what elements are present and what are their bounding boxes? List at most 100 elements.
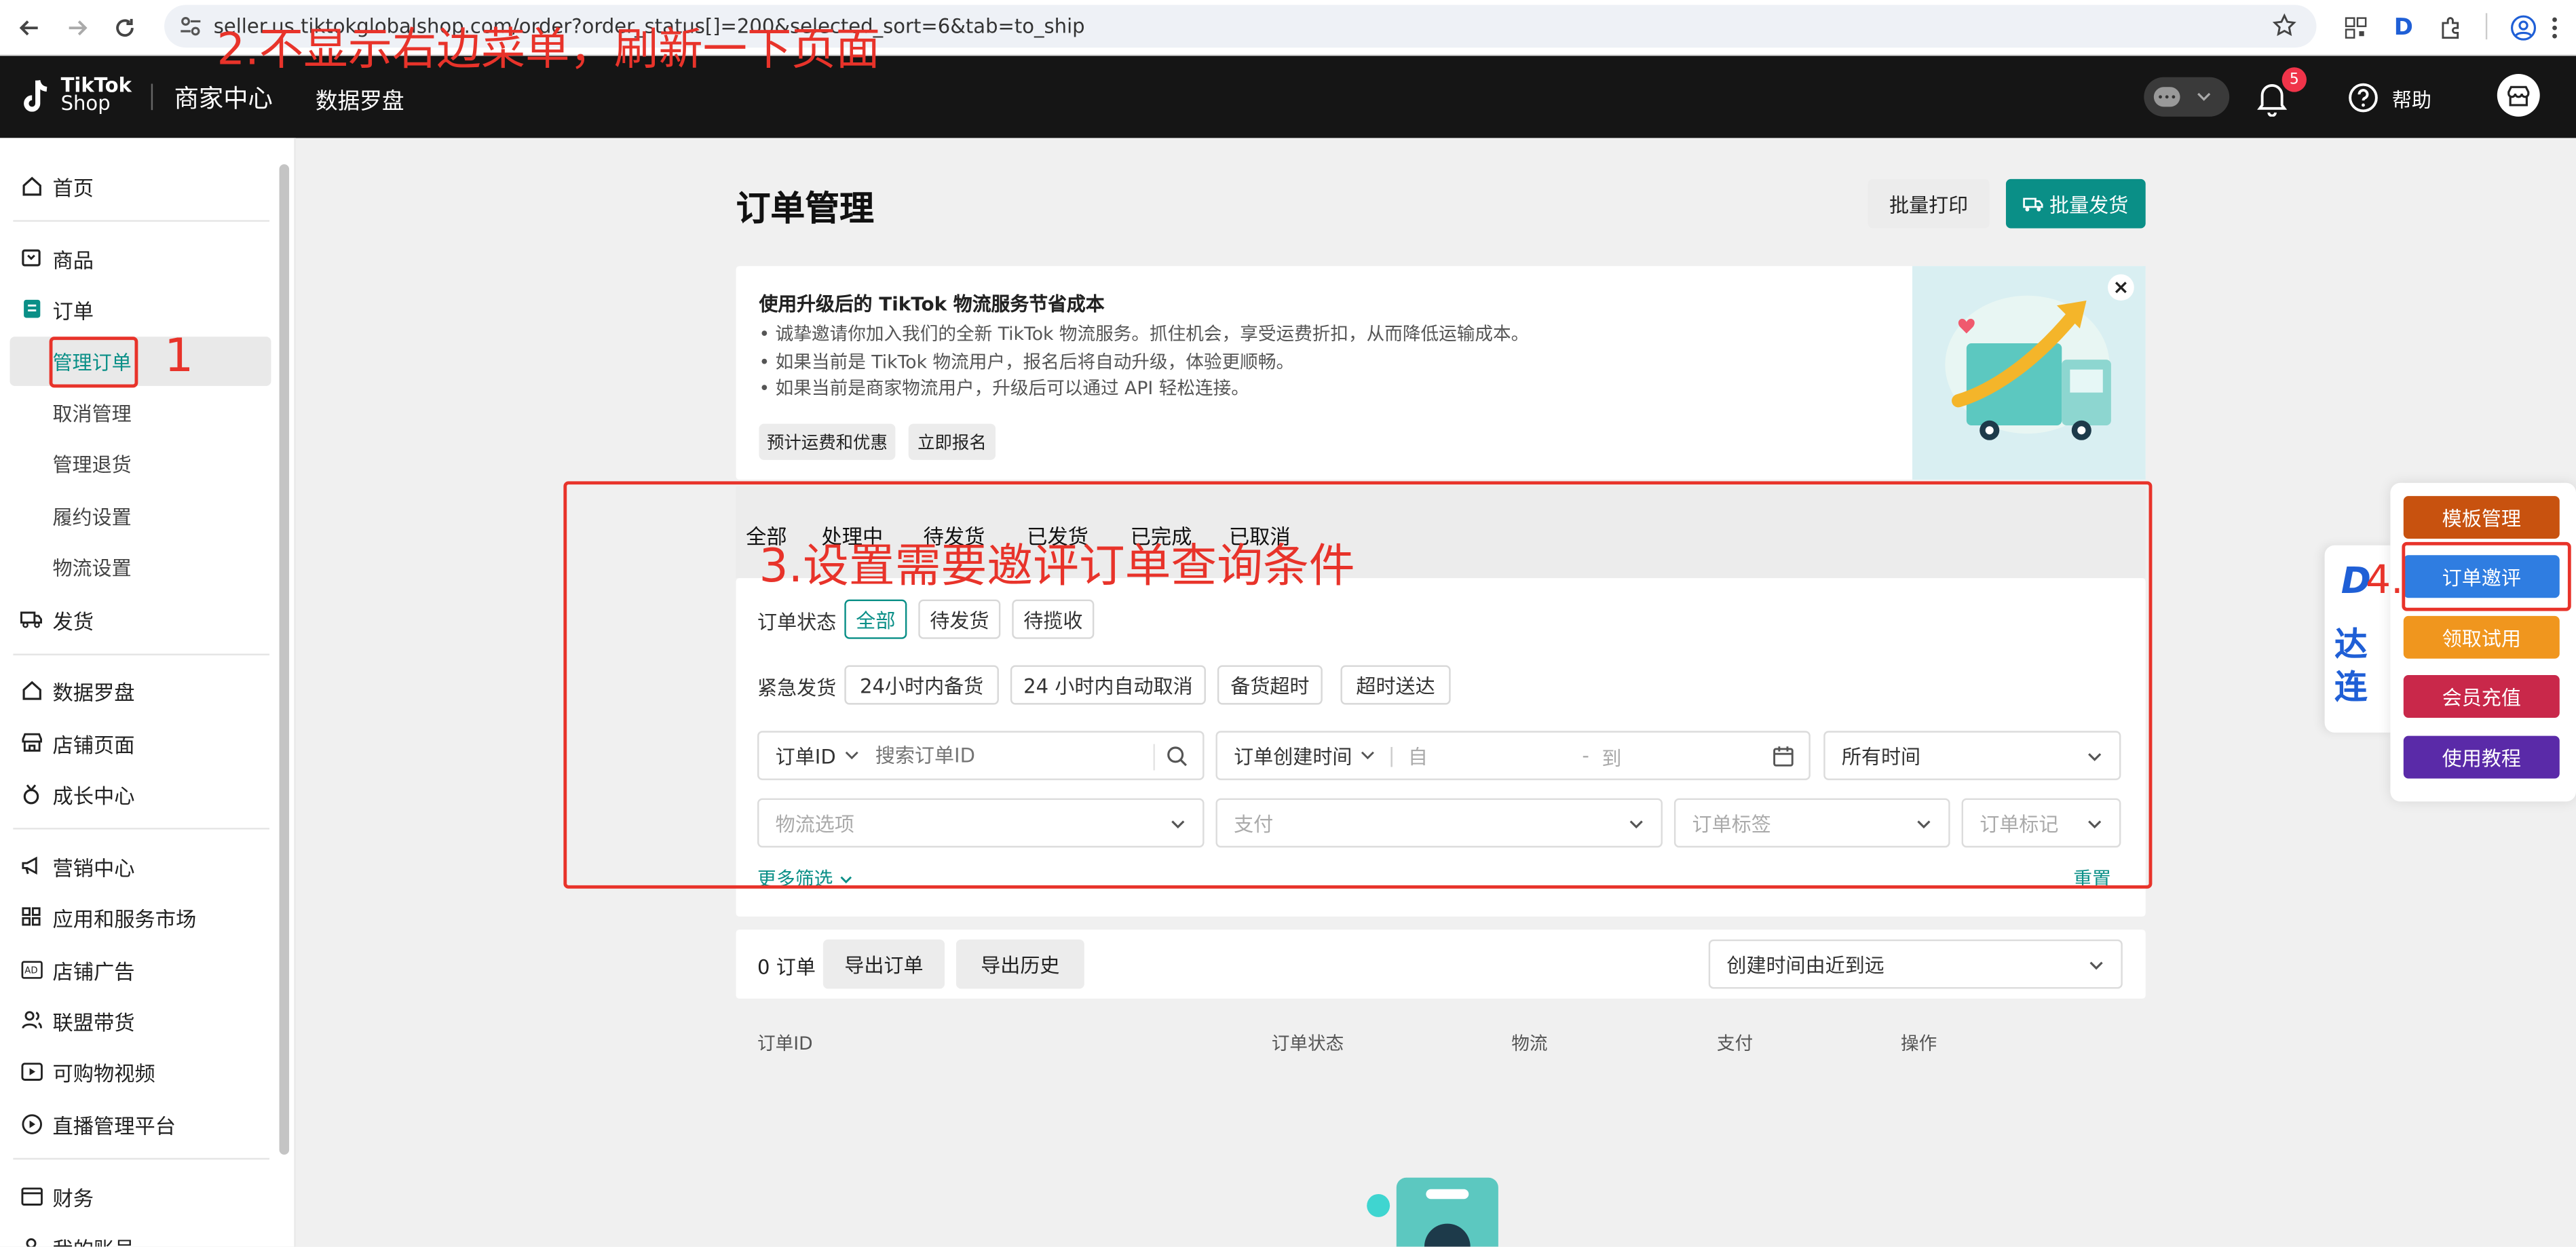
- annotation-step4: 4.: [2366, 556, 2404, 603]
- export-orders-button[interactable]: 导出订单: [822, 939, 945, 989]
- sidebar-label: 商品: [52, 247, 94, 272]
- qr-code-icon[interactable]: [2339, 12, 2372, 44]
- banner-bullet-text: 如果当前是 TikTok 物流用户，报名后将自动升级，体验更顺畅。: [775, 350, 1295, 372]
- sidebar-item-cancel-manage[interactable]: 取消管理: [52, 387, 131, 437]
- annotation-box-order-review: [2402, 541, 2571, 611]
- chat-toggle[interactable]: [2144, 77, 2230, 117]
- sidebar-item-live-platform[interactable]: 直播管理平台: [20, 1099, 176, 1149]
- signup-button[interactable]: 立即报名: [908, 423, 996, 460]
- annotation-step3: 3.设置需要邀评订单查询条件: [759, 539, 1355, 593]
- sidebar-label: 应用和服务市场: [52, 906, 197, 931]
- profile-icon[interactable]: [2507, 12, 2539, 44]
- users-icon: [20, 1008, 43, 1031]
- sidebar-label: 我的账号: [52, 1231, 134, 1247]
- back-icon[interactable]: [13, 12, 45, 44]
- banner-title: 使用升级后的 TikTok 物流服务节省成本: [759, 292, 1105, 315]
- sidebar-item-marketing-center[interactable]: 营销中心: [20, 841, 135, 891]
- sidebar: 首页 商品 订单 管理订单 取消管理 管理退货 履约设置 物流设置 发货 数据罗…: [0, 138, 296, 1247]
- live-icon: [20, 1112, 43, 1135]
- empty-state-illustration: [1363, 1174, 1511, 1247]
- svg-text:AD: AD: [24, 965, 37, 975]
- export-history-button[interactable]: 导出历史: [955, 939, 1084, 989]
- sidebar-label: 成长中心: [52, 782, 135, 807]
- sidebar-item-growth-center[interactable]: 成长中心: [20, 769, 135, 818]
- banner-illustration: [1912, 266, 2146, 480]
- shop-avatar[interactable]: [2497, 73, 2540, 117]
- estimate-fee-button[interactable]: 预计运费和优惠: [759, 423, 896, 460]
- sidebar-item-orders[interactable]: 订单: [20, 284, 94, 334]
- batch-ship-button[interactable]: 批量发货: [2005, 178, 2146, 229]
- site-info-icon[interactable]: [179, 15, 202, 38]
- tutorial-button[interactable]: 使用教程: [2403, 735, 2560, 779]
- medal-icon: [20, 782, 43, 805]
- close-icon: [2115, 282, 2127, 294]
- sidebar-label: 营销中心: [52, 855, 135, 880]
- extension-d-icon[interactable]: D: [2387, 12, 2420, 44]
- template-manage-button[interactable]: 模板管理: [2403, 496, 2560, 539]
- chat-icon: [2153, 87, 2180, 107]
- banner-bullet: • 诚挚邀请你加入我们的全新 TikTok 物流服务。抓住机会，享受运费折扣，从…: [759, 323, 1530, 345]
- sidebar-label: 直播管理平台: [52, 1113, 176, 1138]
- column-header-order-status: 订单状态: [1271, 1033, 1344, 1055]
- sidebar-item-shop-ads[interactable]: AD 店铺广告: [20, 944, 135, 994]
- toolbar-divider: [2485, 13, 2488, 40]
- sidebar-divider: [13, 1157, 270, 1160]
- sidebar-label: 发货: [52, 608, 94, 634]
- sidebar-label: 数据罗盘: [52, 679, 135, 704]
- sidebar-item-manage-returns[interactable]: 管理退货: [52, 438, 131, 488]
- sidebar-item-shipping[interactable]: 发货: [20, 594, 94, 644]
- banner-bullet: • 如果当前是商家物流用户，升级后可以通过 API 轻松连接。: [759, 377, 1249, 400]
- wallet-icon: [20, 1184, 43, 1207]
- sidebar-item-logistics-settings[interactable]: 物流设置: [52, 542, 131, 592]
- compass-icon: [20, 678, 43, 702]
- account-icon: [20, 1235, 43, 1247]
- truck-icon: [20, 608, 43, 631]
- bookmark-star-icon[interactable]: [2272, 13, 2296, 37]
- sidebar-label: 订单: [52, 298, 94, 323]
- sidebar-item-fulfillment-settings[interactable]: 履约设置: [52, 491, 131, 541]
- box-icon: [20, 246, 43, 269]
- tiktok-shop-logo[interactable]: TikTok Shop: [61, 75, 132, 113]
- sidebar-item-shop-page[interactable]: 店铺页面: [20, 718, 135, 767]
- truck-icon: [2024, 197, 2044, 211]
- sort-value: 创建时间由近到远: [1726, 953, 1884, 977]
- annotation-box-manage-orders: [49, 337, 138, 388]
- help-link[interactable]: 帮助: [2392, 85, 2431, 113]
- annotation-step2: 2.不显示右边菜单，刷新一下页面: [216, 24, 881, 76]
- help-icon[interactable]: [2347, 82, 2379, 113]
- tiktok-logo-icon[interactable]: [20, 77, 56, 117]
- merchant-center-title: 商家中心: [174, 83, 273, 114]
- data-compass-link[interactable]: 数据罗盘: [316, 82, 404, 115]
- claim-trial-button[interactable]: 领取试用: [2403, 615, 2560, 659]
- forward-icon[interactable]: [61, 12, 94, 44]
- banner-bullet: • 如果当前是 TikTok 物流用户，报名后将自动升级，体验更顺畅。: [759, 350, 1295, 372]
- column-header-payment: 支付: [1716, 1033, 1754, 1055]
- close-banner-button[interactable]: [2108, 274, 2134, 301]
- plugin-logo-text1: 达: [2334, 624, 2368, 664]
- membership-recharge-button[interactable]: 会员充值: [2403, 674, 2560, 718]
- page-title: 订单管理: [736, 189, 874, 229]
- chevron-down-icon: [2089, 961, 2103, 970]
- batch-print-button[interactable]: 批量打印: [1868, 178, 1990, 229]
- browser-menu-icon[interactable]: [2543, 12, 2566, 44]
- plugin-logo-text2: 连: [2334, 666, 2368, 706]
- extensions-puzzle-icon[interactable]: [2435, 12, 2467, 44]
- sidebar-item-my-account[interactable]: 我的账号: [20, 1222, 135, 1247]
- sidebar-item-home[interactable]: 首页: [20, 161, 94, 210]
- sidebar-item-finance[interactable]: 财务: [20, 1171, 94, 1221]
- order-icon: [20, 297, 43, 320]
- sort-select[interactable]: 创建时间由近到远: [1708, 939, 2123, 989]
- storefront-icon: [20, 731, 43, 754]
- sidebar-label: 店铺页面: [52, 731, 135, 756]
- store-icon: [2507, 85, 2530, 106]
- sidebar-item-affiliate[interactable]: 联盟带货: [20, 995, 135, 1045]
- reload-icon[interactable]: [109, 12, 141, 44]
- order-count: 0 订单: [757, 955, 816, 979]
- sidebar-scrollbar[interactable]: [279, 164, 290, 1155]
- column-header-actions: 操作: [1901, 1033, 1937, 1055]
- sidebar-item-apps-market[interactable]: 应用和服务市场: [20, 892, 196, 942]
- sidebar-item-shoppable-video[interactable]: 可购物视频: [20, 1046, 155, 1096]
- sidebar-item-data-compass[interactable]: 数据罗盘: [20, 665, 135, 714]
- sidebar-item-products[interactable]: 商品: [20, 233, 94, 283]
- column-header-order-id: 订单ID: [757, 1033, 813, 1055]
